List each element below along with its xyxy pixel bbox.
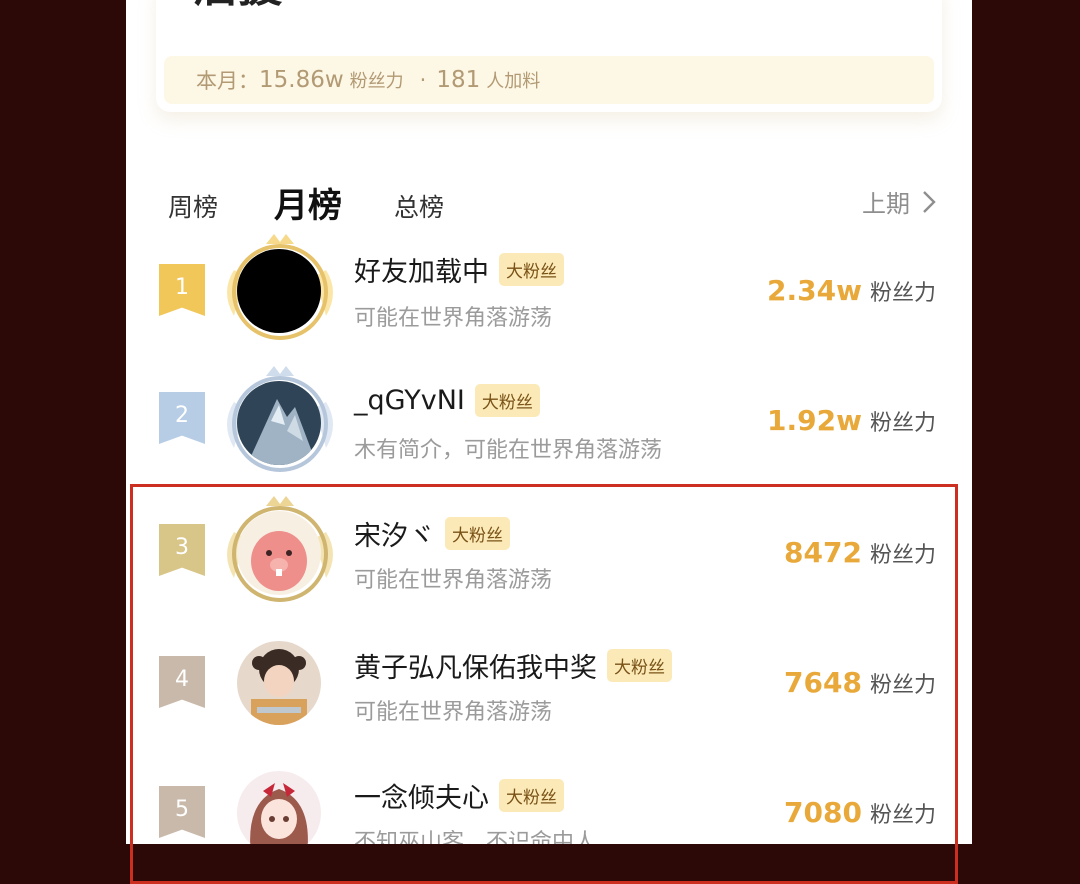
user-bio: 可能在世界角落游荡 bbox=[354, 306, 553, 331]
card-title: 后援 bbox=[194, 0, 282, 14]
monthly-stats-bar: 本月： 15.86w 粉丝力 · 181 人加料 bbox=[164, 56, 934, 104]
stats-power-unit: 粉丝力 bbox=[349, 71, 404, 92]
highlight-annotation-box bbox=[130, 484, 958, 884]
tab-total[interactable]: 总榜 bbox=[394, 188, 444, 224]
fan-level-badge: 大粉丝 bbox=[499, 253, 564, 286]
previous-period-label: 上期 bbox=[862, 190, 910, 218]
card-value: 211 bbox=[770, 0, 862, 3]
stats-separator: · bbox=[419, 68, 427, 92]
gold-wing-frame bbox=[218, 230, 342, 354]
fan-power-unit: 粉丝力 bbox=[869, 281, 936, 306]
silver-wing-frame bbox=[218, 362, 342, 486]
chevron-right-icon bbox=[923, 190, 936, 213]
stats-prefix: 本月： bbox=[196, 69, 259, 93]
ranking-row-2[interactable]: 2 _qGYvNI 大粉丝 木有简介，可能在世界角落游荡 1.92w 粉丝力 bbox=[126, 362, 972, 492]
previous-period-link[interactable]: 上期 bbox=[862, 184, 936, 219]
ranking-row-1[interactable]: 1 好友加载中 大粉丝 可能在世界角落游荡 2.34w 粉丝力 bbox=[126, 230, 972, 360]
user-name[interactable]: _qGYvNI bbox=[354, 385, 465, 416]
stats-power-value: 15.86w bbox=[259, 67, 344, 93]
stats-people-value: 181 bbox=[436, 67, 481, 93]
tab-weekly[interactable]: 周榜 bbox=[168, 188, 218, 224]
fan-power-unit: 粉丝力 bbox=[869, 411, 936, 436]
ranking-tabs: 周榜 月榜 总榜 上期 bbox=[126, 170, 972, 230]
black-circle-avatar[interactable] bbox=[237, 249, 321, 333]
stats-people-unit: 人加料 bbox=[486, 71, 541, 92]
ice-mountain-avatar[interactable] bbox=[237, 381, 321, 465]
fan-power-value: 2.34w bbox=[767, 274, 862, 307]
fan-level-badge: 大粉丝 bbox=[474, 384, 540, 417]
rank-badge: 2 bbox=[159, 392, 205, 444]
user-name[interactable]: 好友加载中 bbox=[354, 250, 489, 289]
tab-monthly[interactable]: 月榜 bbox=[274, 178, 342, 227]
rank-badge: 1 bbox=[159, 264, 205, 316]
fan-power-value: 1.92w bbox=[767, 404, 862, 437]
fan-support-card: 后援 211 本月： 15.86w 粉丝力 · 181 人加料 bbox=[156, 0, 942, 112]
user-bio: 木有简介，可能在世界角落游荡 bbox=[354, 438, 663, 463]
